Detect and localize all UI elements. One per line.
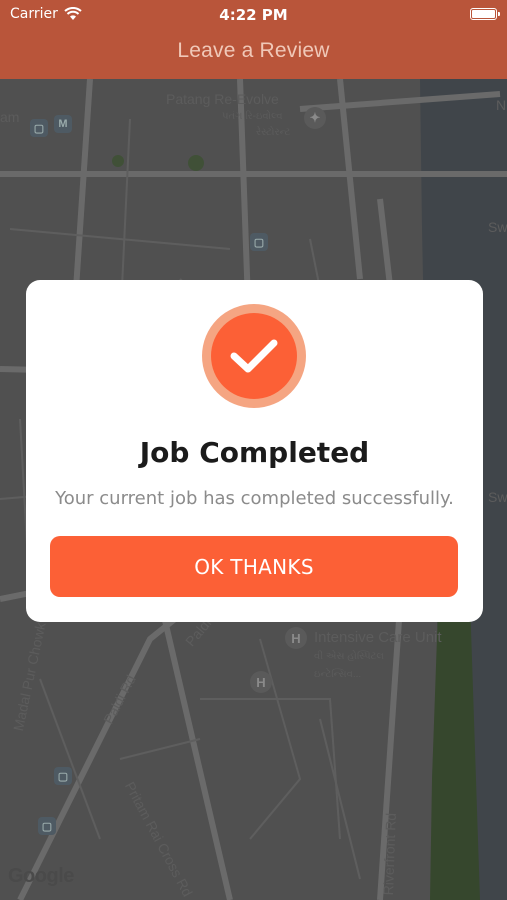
- google-logo: Google: [8, 865, 74, 887]
- map-label-place-local-2: રેસ્ટોરન્ટ: [256, 127, 291, 138]
- bus-icon: ▢: [250, 233, 268, 251]
- map-label-edge: am: [0, 109, 20, 125]
- bus-icon: ▢: [54, 767, 72, 785]
- restaurant-icon: ✦: [304, 107, 326, 129]
- success-badge: [202, 304, 306, 408]
- map-label-edge: Sw: [488, 489, 507, 505]
- train-icon: ▢: [30, 119, 48, 137]
- map-label-edge: N: [496, 97, 507, 113]
- map-label-hospital: Intensive Care Unit: [314, 629, 442, 646]
- map-label-road: Riverfront Rd: [380, 812, 399, 896]
- checkmark-icon: [230, 339, 278, 373]
- metro-icon: M: [54, 115, 72, 133]
- bus-icon: ▢: [38, 817, 56, 835]
- battery-icon: [470, 8, 500, 20]
- success-badge-inner: [211, 313, 297, 399]
- map-label-hospital-local: વી એસ હોસ્પિટલ: [314, 651, 384, 662]
- map-label-edge: Sw: [488, 219, 507, 235]
- status-bar: Carrier 4:22 PM: [0, 0, 507, 28]
- page-title: Leave a Review: [177, 39, 330, 62]
- dialog-title: Job Completed: [139, 436, 370, 469]
- navigation-bar: Carrier 4:22 PM Leave a Review: [0, 0, 507, 79]
- map-label-place: Patang Re-Evolve: [166, 91, 279, 107]
- ok-thanks-button[interactable]: OK THANKS: [50, 536, 458, 597]
- map-label-hospital-local-2: ઇન્ટેન્સિવ...: [314, 669, 362, 680]
- status-time: 4:22 PM: [219, 6, 288, 24]
- dialog-message: Your current job has completed successfu…: [55, 488, 454, 509]
- job-completed-dialog: Job Completed Your current job has compl…: [26, 280, 483, 622]
- hospital-icon: H: [250, 671, 272, 693]
- map-label-place-local: પતંગ રિ-ઇવોલ્વ: [222, 111, 283, 122]
- hospital-icon: H: [285, 627, 307, 649]
